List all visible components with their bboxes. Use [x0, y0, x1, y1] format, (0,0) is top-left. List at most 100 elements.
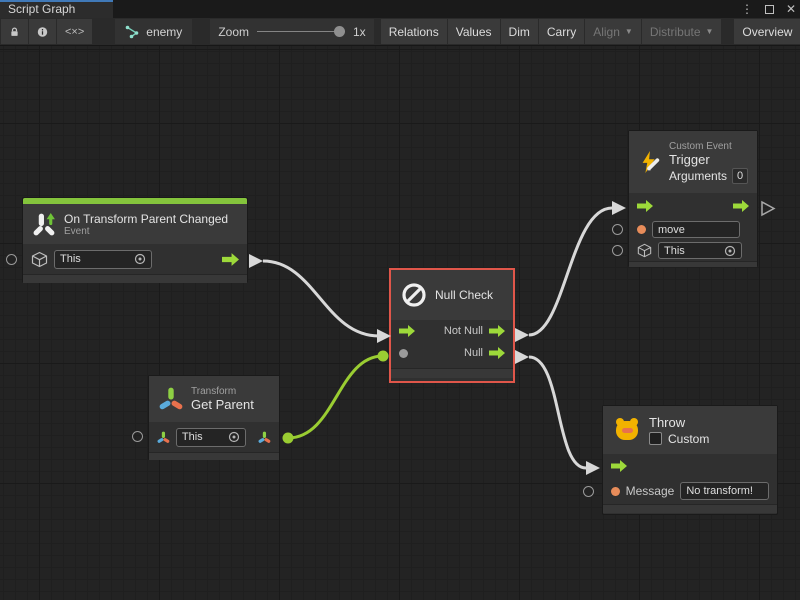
value-port-dot[interactable]: [611, 487, 620, 496]
port-row: Not Null: [391, 320, 513, 342]
node-header: Transform Get Parent: [149, 376, 279, 422]
info-icon: [37, 25, 48, 39]
node-title: Get Parent: [191, 397, 254, 412]
port-row: [603, 454, 777, 478]
relations-button[interactable]: Relations: [381, 19, 447, 44]
zoom-control: Zoom 1x: [210, 19, 373, 44]
node-header: Null Check: [391, 270, 513, 320]
this-dropdown[interactable]: This: [658, 242, 742, 259]
chevron-down-icon: ▼: [625, 27, 633, 36]
tab-script-graph[interactable]: Script Graph: [0, 0, 113, 18]
dim-button[interactable]: Dim: [501, 19, 538, 44]
lock-button[interactable]: [1, 19, 28, 44]
graph-name: enemy: [146, 25, 182, 39]
node-header: On Transform Parent Changed Event: [23, 204, 247, 244]
flow-input-arrow[interactable]: [399, 325, 415, 337]
arguments-field[interactable]: 0: [732, 168, 748, 184]
port-row: Null: [391, 342, 513, 364]
zoom-value: 1x: [353, 25, 366, 39]
flow-continuation-triangle[interactable]: [762, 202, 774, 215]
wire-null-to-throw[interactable]: [529, 357, 586, 468]
node-category: Transform: [191, 386, 254, 397]
kebab-menu-icon[interactable]: ⋮: [741, 2, 753, 16]
close-icon[interactable]: ✕: [786, 2, 796, 16]
flow-output-arrow[interactable]: [222, 253, 239, 266]
port-row: This: [629, 240, 757, 261]
flow-input-arrow[interactable]: [611, 460, 627, 472]
flow-output-arrow[interactable]: [733, 200, 749, 212]
window-controls: ⋮ ✕: [741, 0, 796, 18]
transform-event-icon: [32, 212, 57, 237]
wire-arrowhead: [249, 254, 263, 268]
graph-canvas[interactable]: On Transform Parent Changed Event This: [0, 46, 800, 600]
transform-port-icon[interactable]: [157, 430, 170, 445]
flow-output-arrow[interactable]: [489, 347, 505, 359]
node-title: Null Check: [435, 288, 493, 302]
flow-input-arrow[interactable]: [637, 200, 653, 212]
align-dropdown[interactable]: Align ▼: [585, 19, 641, 44]
values-button[interactable]: Values: [448, 19, 500, 44]
value-port-dot[interactable]: [637, 225, 646, 234]
wire-event-to-nullcheck[interactable]: [263, 261, 379, 336]
zoom-slider-knob[interactable]: [334, 26, 345, 37]
event-name-field[interactable]: move: [652, 221, 740, 238]
null-label: Null: [464, 347, 483, 359]
zoom-label: Zoom: [218, 25, 249, 39]
this-dropdown[interactable]: This: [54, 250, 152, 269]
node-throw[interactable]: Throw Custom Message No transform!: [602, 405, 778, 515]
arguments-label: Arguments: [669, 169, 727, 183]
node-null-check[interactable]: Null Check Not Null Null: [391, 270, 513, 381]
null-check-icon: [400, 281, 428, 309]
custom-event-icon: [638, 149, 662, 175]
port-row: This: [149, 422, 279, 452]
node-title: On Transform Parent Changed: [64, 212, 228, 226]
code-view-button[interactable]: <×>: [57, 19, 92, 44]
port-row: Message No transform!: [603, 478, 777, 504]
node-category: Custom Event: [669, 141, 748, 152]
get-parent-this-port[interactable]: [132, 431, 143, 442]
zoom-slider[interactable]: [257, 31, 345, 32]
custom-checkbox[interactable]: [649, 432, 662, 445]
node-on-transform-parent-changed[interactable]: On Transform Parent Changed Event This: [22, 197, 248, 283]
node-custom-event[interactable]: Custom Event Trigger Arguments 0: [628, 130, 758, 267]
target-icon[interactable]: [134, 253, 146, 265]
this-dropdown[interactable]: This: [176, 428, 246, 447]
wire-notnull-to-customevent[interactable]: [529, 208, 612, 335]
graph-icon: [125, 25, 140, 39]
wire-arrowhead: [612, 201, 626, 215]
custom-event-name-port[interactable]: [612, 224, 623, 235]
node-footer: [23, 274, 247, 283]
maximize-icon[interactable]: [765, 5, 774, 14]
target-icon[interactable]: [724, 245, 736, 257]
tab-bar: Script Graph ⋮ ✕: [0, 0, 800, 18]
distribute-dropdown[interactable]: Distribute ▼: [642, 19, 722, 44]
message-field[interactable]: No transform!: [680, 482, 769, 500]
throw-message-port[interactable]: [583, 486, 594, 497]
event-this-port[interactable]: [6, 254, 17, 265]
wire-arrowhead: [515, 328, 529, 342]
node-subtitle: Event: [64, 226, 228, 237]
wire-getparent-to-nullcheck[interactable]: [288, 356, 383, 438]
code-icon: <×>: [65, 26, 84, 38]
graph-pointer[interactable]: enemy: [115, 19, 192, 44]
wire-arrowhead: [586, 461, 600, 475]
throw-icon: [612, 416, 642, 444]
node-get-parent[interactable]: Transform Get Parent This: [148, 375, 280, 460]
target-icon[interactable]: [228, 431, 240, 443]
port-row: [629, 193, 757, 219]
carry-button[interactable]: Carry: [539, 19, 584, 44]
node-footer: [603, 504, 777, 513]
cube-icon: [31, 251, 48, 268]
custom-event-this-port[interactable]: [612, 245, 623, 256]
wire-arrowhead: [515, 350, 529, 364]
flow-output-arrow[interactable]: [489, 325, 505, 337]
info-button[interactable]: [29, 19, 56, 44]
tab-title: Script Graph: [8, 2, 75, 16]
node-header: Custom Event Trigger Arguments 0: [629, 131, 757, 193]
wire-endpoint-dot: [283, 433, 294, 444]
value-port-dot[interactable]: [399, 349, 408, 358]
lock-icon: [9, 25, 20, 39]
overview-button[interactable]: Overview: [734, 19, 800, 44]
cube-icon: [637, 243, 652, 258]
transform-output-port-icon[interactable]: [258, 430, 271, 445]
